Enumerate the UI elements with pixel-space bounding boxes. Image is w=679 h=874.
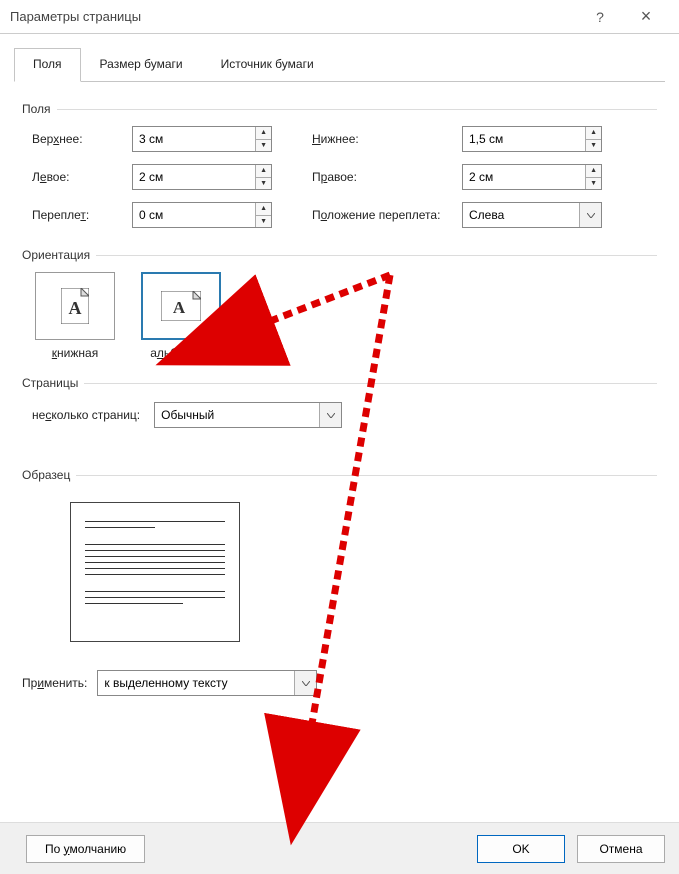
label-multi-pages: несколько страниц: xyxy=(32,408,140,422)
combo-apply-to[interactable]: к выделенному тексту xyxy=(97,670,317,696)
dialog-footer: По умолчанию OK Отмена xyxy=(0,822,679,874)
section-preview: Образец xyxy=(22,468,657,482)
close-button[interactable]: × xyxy=(623,0,669,34)
label-right: Правое: xyxy=(312,170,462,184)
window-title: Параметры страницы xyxy=(10,9,577,24)
label-bottom: Нижнее: xyxy=(312,132,462,146)
tab-fields[interactable]: Поля xyxy=(14,48,81,82)
tabs: Поля Размер бумаги Источник бумаги xyxy=(14,48,665,82)
svg-text:A: A xyxy=(69,298,82,318)
label-gutter-position: Положение переплета: xyxy=(312,208,462,222)
input-left[interactable]: ▲▼ xyxy=(132,164,272,190)
combo-gutter-position[interactable]: Слева xyxy=(462,202,602,228)
orientation-portrait-label: книжная xyxy=(52,346,98,360)
label-left: Левое: xyxy=(32,170,132,184)
titlebar: Параметры страницы ? × xyxy=(0,0,679,34)
tab-paper-size[interactable]: Размер бумаги xyxy=(81,48,202,82)
default-button[interactable]: По умолчанию xyxy=(26,835,145,863)
label-apply-to: Применить: xyxy=(22,676,87,690)
chevron-down-icon[interactable] xyxy=(579,203,601,227)
ok-button[interactable]: OK xyxy=(477,835,565,863)
section-margins: Поля xyxy=(22,102,657,116)
input-bottom[interactable]: ▲▼ xyxy=(462,126,602,152)
orientation-landscape-label: альбомная xyxy=(150,346,212,360)
input-right[interactable]: ▲▼ xyxy=(462,164,602,190)
orientation-portrait[interactable]: A книжная xyxy=(32,272,118,360)
label-gutter: Переплет: xyxy=(32,208,132,222)
section-orientation: Ориентация xyxy=(22,248,657,262)
input-gutter[interactable]: ▲▼ xyxy=(132,202,272,228)
spinner-buttons[interactable]: ▲▼ xyxy=(255,127,271,151)
combo-multi-pages[interactable]: Обычный xyxy=(154,402,342,428)
section-pages: Страницы xyxy=(22,376,657,390)
cancel-button[interactable]: Отмена xyxy=(577,835,665,863)
tab-paper-source[interactable]: Источник бумаги xyxy=(202,48,333,82)
chevron-down-icon[interactable] xyxy=(294,671,316,695)
help-button[interactable]: ? xyxy=(577,0,623,34)
orientation-landscape[interactable]: A альбомная xyxy=(138,272,224,360)
chevron-down-icon[interactable] xyxy=(319,403,341,427)
preview-thumbnail xyxy=(70,502,240,642)
label-top: Верхнее: xyxy=(32,132,132,146)
input-top[interactable]: ▲▼ xyxy=(132,126,272,152)
svg-text:A: A xyxy=(173,298,186,317)
